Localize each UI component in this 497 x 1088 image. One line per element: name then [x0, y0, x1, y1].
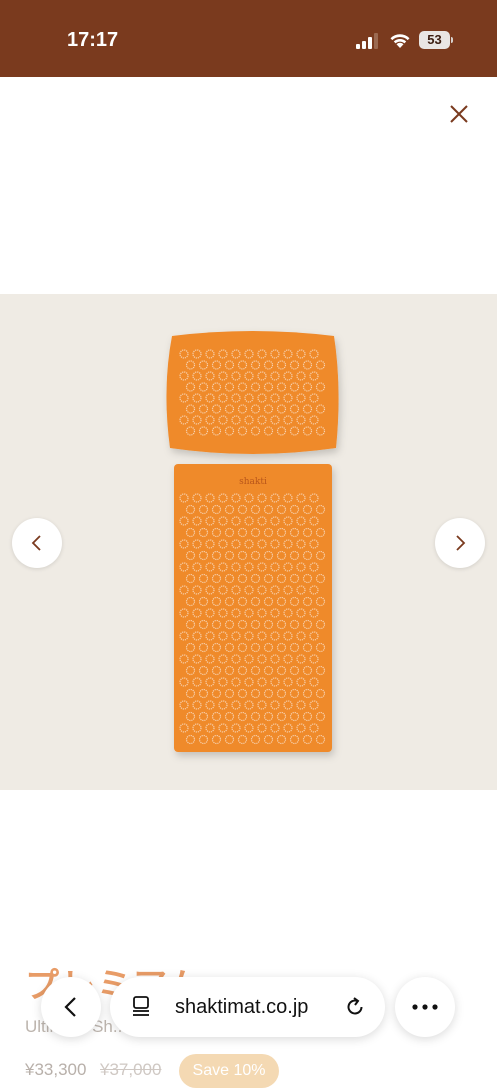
reload-icon[interactable]: [343, 995, 367, 1019]
close-icon[interactable]: [446, 101, 472, 127]
chevron-left-icon: [31, 535, 41, 551]
product-old-price: ¥37,000: [100, 1060, 162, 1079]
wifi-icon: [390, 34, 410, 48]
save-badge: Save 10%: [179, 1054, 279, 1088]
address-bar[interactable]: shaktimat.co.jp: [110, 977, 385, 1037]
browser-toolbar: shaktimat.co.jp: [0, 970, 497, 1050]
url-domain[interactable]: shaktimat.co.jp: [175, 996, 308, 1019]
product-gallery[interactable]: shakti: [0, 294, 497, 790]
ellipsis-icon: [412, 1004, 438, 1010]
pillow: [166, 331, 339, 454]
product-price: ¥33,300: [25, 1060, 87, 1079]
product-image: shakti: [166, 331, 339, 752]
chevron-right-icon: [456, 535, 466, 551]
mat-logo: shakti: [239, 477, 267, 487]
status-bar: 17:17 53: [0, 0, 497, 77]
gallery-next-button[interactable]: [435, 518, 485, 568]
chevron-left-icon: [64, 997, 76, 1017]
status-time: 17:17: [67, 29, 119, 51]
page-menu-icon[interactable]: [130, 995, 152, 1017]
more-options-button[interactable]: [395, 977, 455, 1037]
cellular-signal-icon: [356, 33, 378, 49]
browser-back-button[interactable]: [41, 977, 101, 1037]
gallery-prev-button[interactable]: [12, 518, 62, 568]
battery-icon: 53: [419, 31, 453, 49]
battery-level: 53: [419, 31, 450, 49]
